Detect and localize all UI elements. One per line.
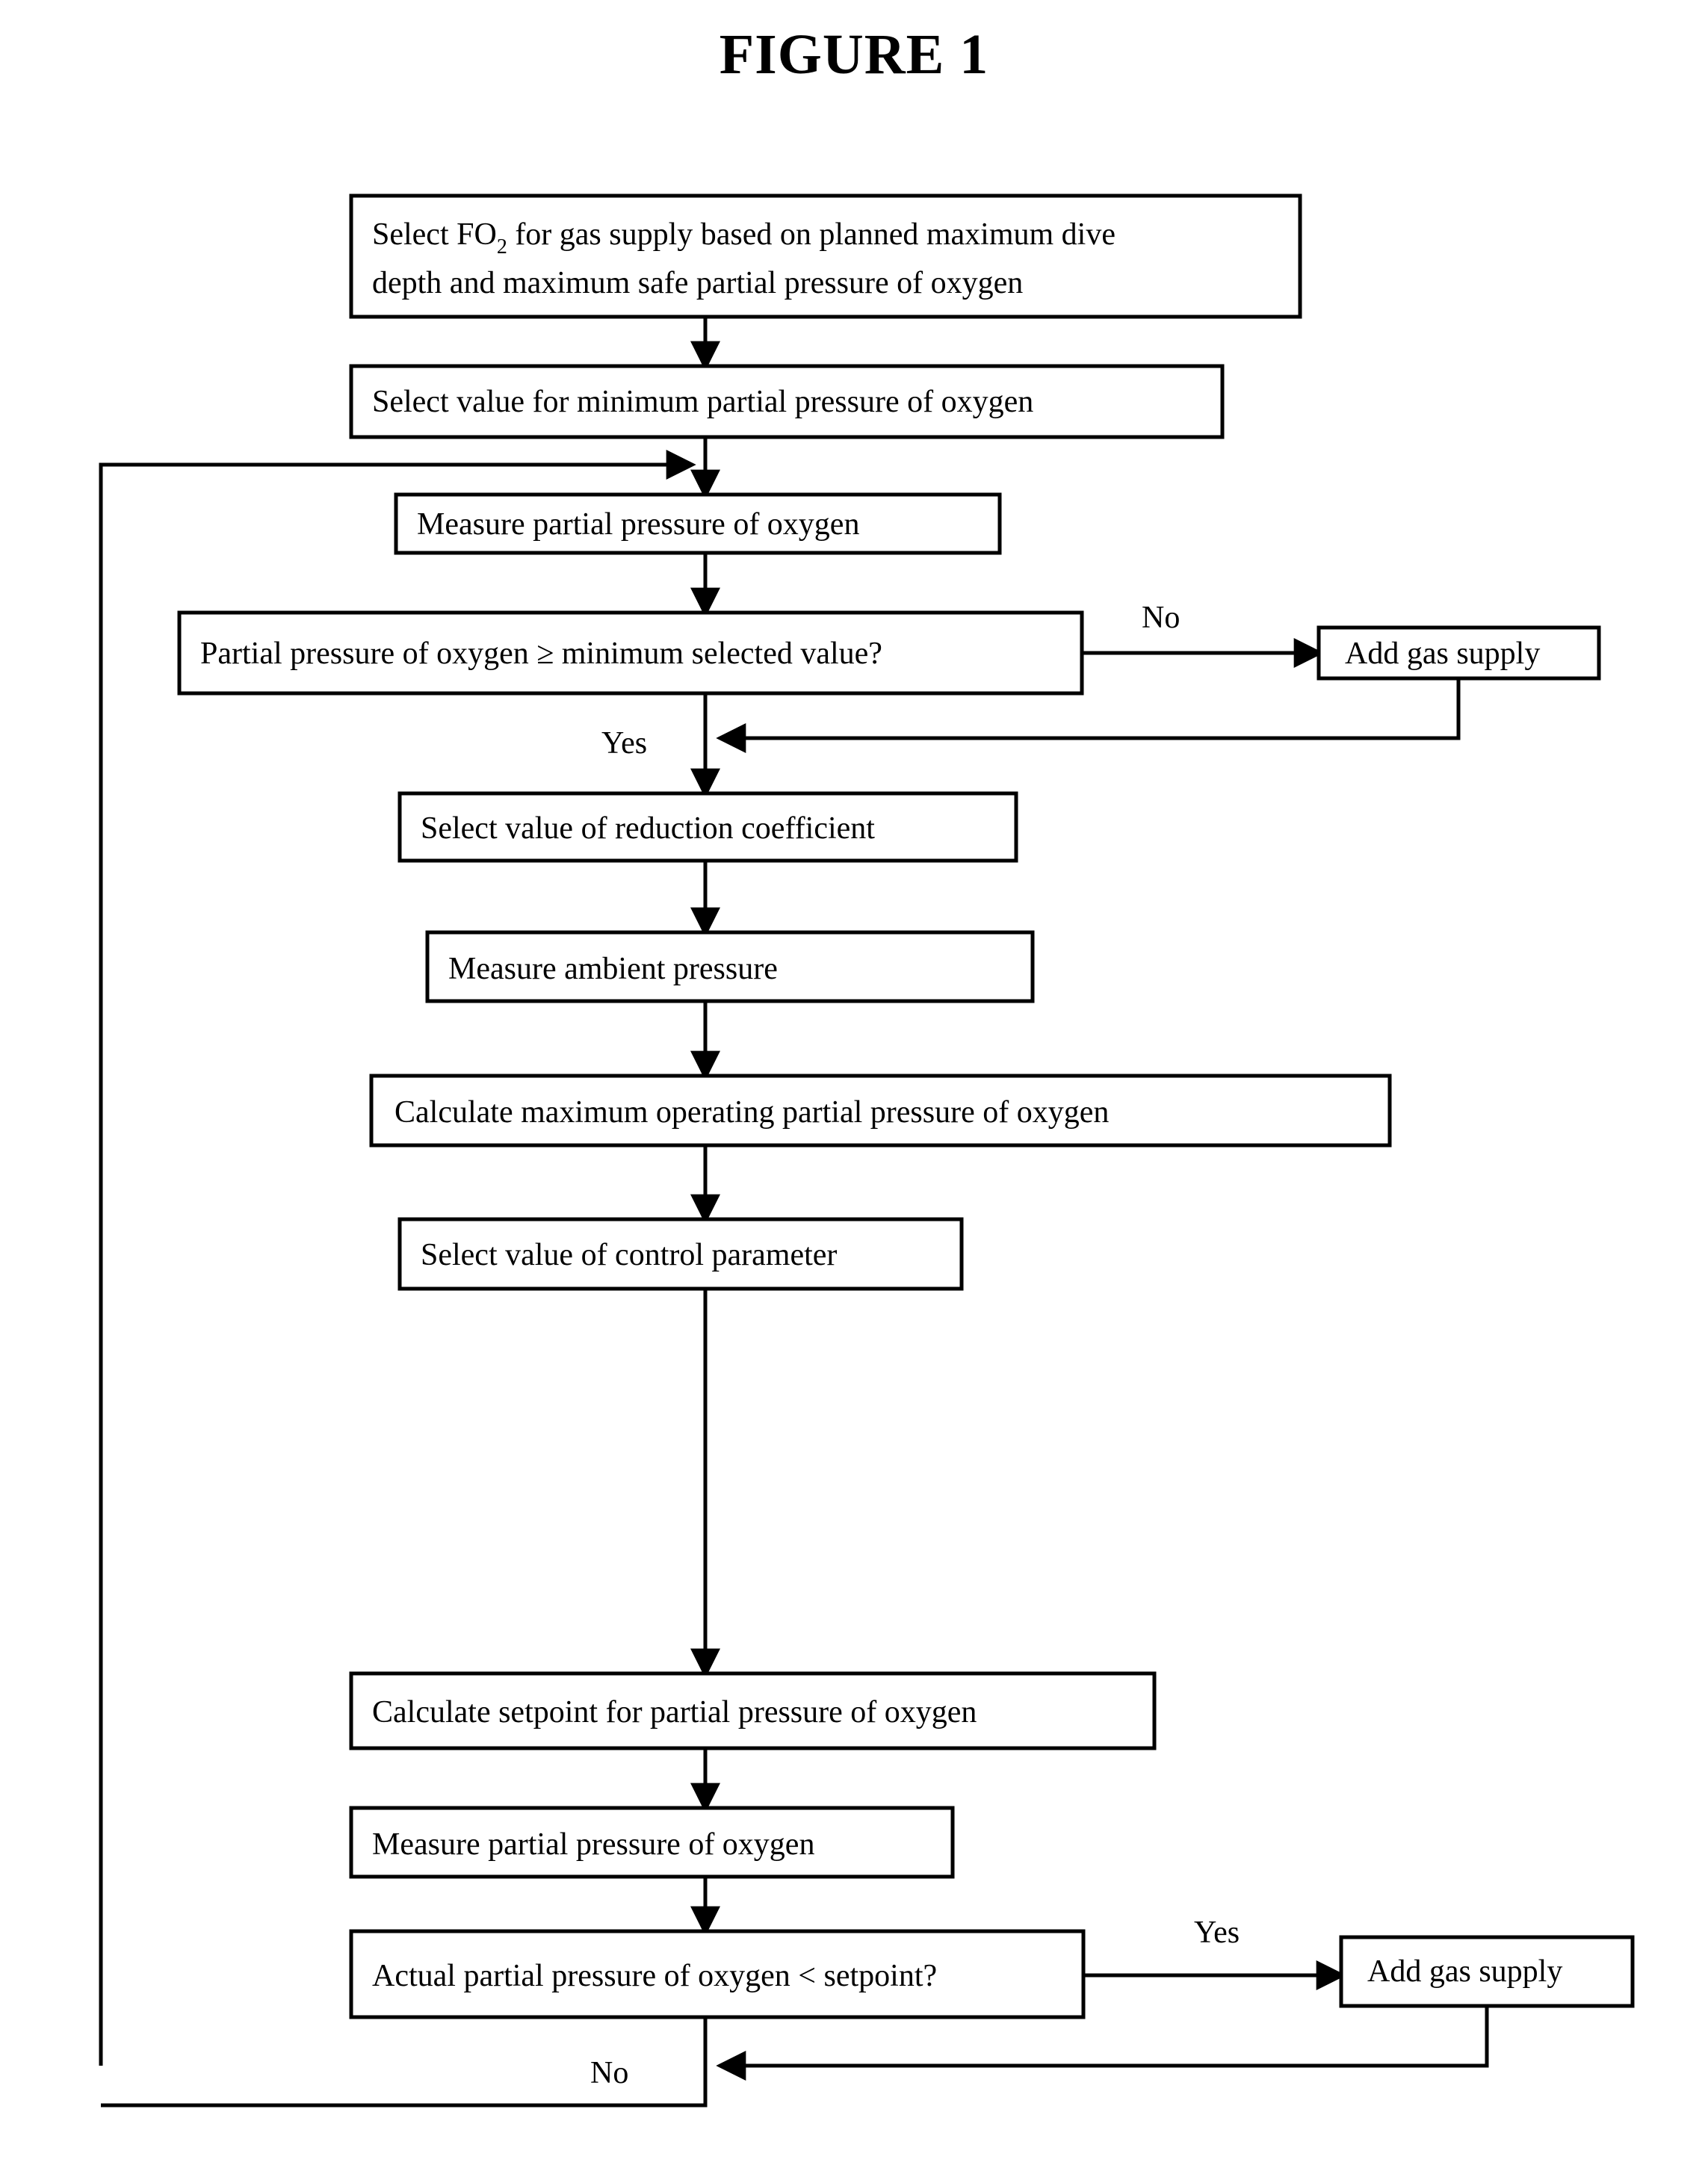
node-measure-ambient-pressure-label: Measure ambient pressure <box>448 952 778 986</box>
node-decision-setpoint-check[interactable]: Actual partial pressure of oxygen < setp… <box>349 1929 1086 2019</box>
node-select-min-ppo2-label: Select value for minimum partial pressur… <box>372 385 1033 419</box>
node-measure-ambient-pressure[interactable]: Measure ambient pressure <box>425 930 1035 1003</box>
node-select-control-parameter[interactable]: Select value of control parameter <box>397 1217 964 1291</box>
node-select-reduction-coefficient-label: Select value of reduction coefficient <box>421 811 875 846</box>
node-add-gas-supply-1-label: Add gas supply <box>1345 637 1540 671</box>
node-add-gas-supply-1[interactable]: Add gas supply <box>1316 625 1601 681</box>
node-measure-ppo2-2[interactable]: Measure partial pressure of oxygen <box>349 1806 955 1879</box>
node-add-gas-supply-2[interactable]: Add gas supply <box>1339 1935 1635 2008</box>
node-select-fo2-line2: depth and maximum safe partial pressure … <box>372 266 1023 300</box>
node-measure-ppo2-1-label: Measure partial pressure of oxygen <box>417 507 859 542</box>
node-decision-setpoint-check-label: Actual partial pressure of oxygen < setp… <box>372 1959 937 1993</box>
node-decision-min-check[interactable]: Partial pressure of oxygen ≥ minimum sel… <box>177 610 1084 696</box>
node-select-fo2[interactable]: Select FO2 for gas supply based on plann… <box>349 193 1302 319</box>
edge-label-decision-2-no: No <box>590 2056 628 2090</box>
node-decision-min-check-label: Partial pressure of oxygen ≥ minimum sel… <box>200 637 882 671</box>
node-select-control-parameter-label: Select value of control parameter <box>421 1238 837 1272</box>
node-add-gas-supply-2-label: Add gas supply <box>1367 1954 1562 1989</box>
node-select-reduction-coefficient[interactable]: Select value of reduction coefficient <box>397 791 1018 863</box>
node-calculate-max-operating-label: Calculate maximum operating partial pres… <box>394 1095 1109 1130</box>
node-measure-ppo2-2-label: Measure partial pressure of oxygen <box>372 1827 814 1862</box>
edge-label-decision-1-yes: Yes <box>601 726 647 761</box>
edge-label-decision-2-yes: Yes <box>1194 1916 1240 1950</box>
node-calculate-setpoint[interactable]: Calculate setpoint for partial pressure … <box>349 1671 1157 1750</box>
node-calculate-max-operating[interactable]: Calculate maximum operating partial pres… <box>369 1074 1392 1148</box>
edge-label-decision-1-no: No <box>1142 601 1180 635</box>
node-select-min-ppo2[interactable]: Select value for minimum partial pressur… <box>349 364 1225 439</box>
flowchart-canvas: Select FO2 for gas supply based on plann… <box>99 193 1635 2108</box>
node-measure-ppo2-1[interactable]: Measure partial pressure of oxygen <box>394 492 1002 555</box>
node-calculate-setpoint-label: Calculate setpoint for partial pressure … <box>372 1695 977 1729</box>
